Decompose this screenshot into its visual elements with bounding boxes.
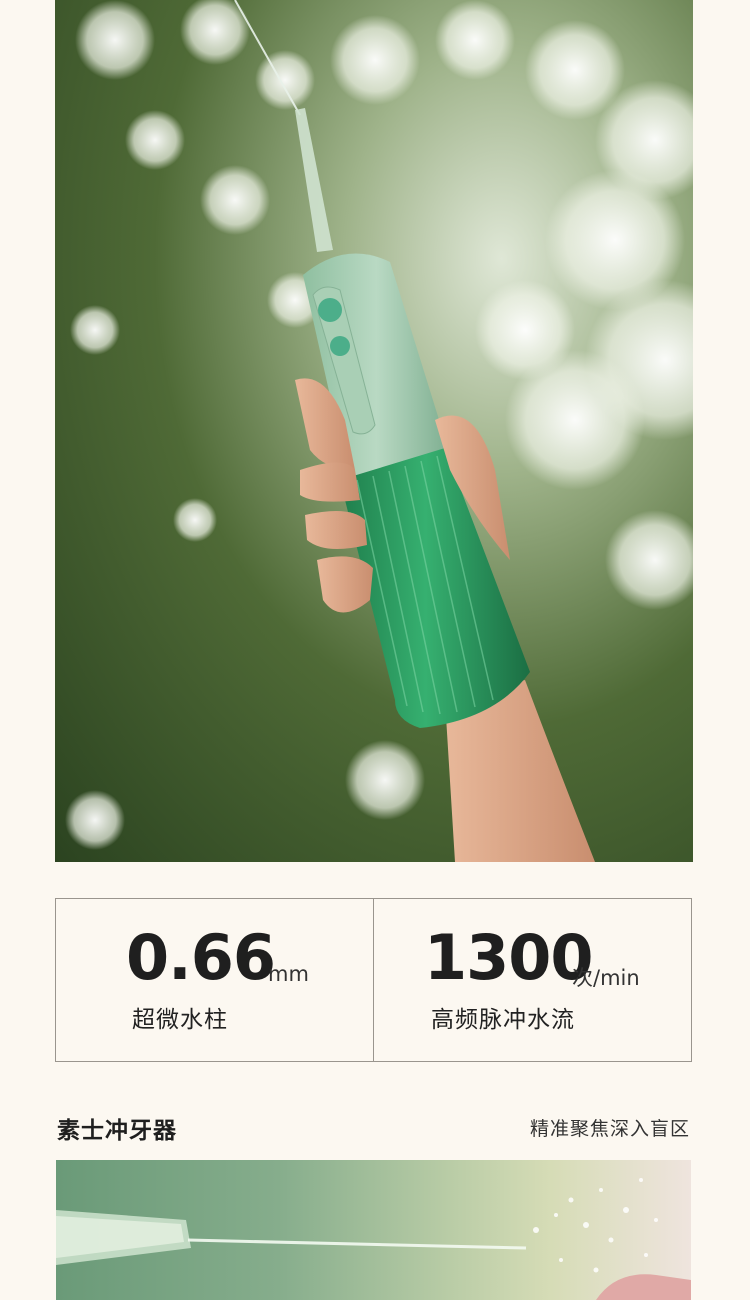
mode-button-icon xyxy=(330,336,350,356)
water-jet-photo xyxy=(56,1160,691,1300)
spec-value: 1300 xyxy=(424,921,594,994)
spec-label: 高频脉冲水流 xyxy=(431,1007,575,1033)
nozzle-jet-illustration xyxy=(56,1178,691,1300)
product-name: 素士冲牙器 xyxy=(57,1118,177,1144)
spec-pulse-frequency: 1300 次/min 高频脉冲水流 xyxy=(373,899,691,1061)
spec-label: 超微水柱 xyxy=(132,1007,228,1033)
water-flosser-illustration xyxy=(65,0,693,862)
spec-unit: mm xyxy=(268,962,309,986)
spec-stream-diameter: 0.66 mm 超微水柱 xyxy=(56,899,373,1061)
specs-panel: 0.66 mm 超微水柱 1300 次/min 高频脉冲水流 xyxy=(55,898,692,1062)
spec-unit: 次/min xyxy=(572,966,640,990)
product-tagline: 精准聚焦深入盲区 xyxy=(529,1118,690,1140)
spec-value: 0.66 xyxy=(126,921,276,994)
power-button-icon xyxy=(318,298,342,322)
hero-product-photo xyxy=(55,0,693,862)
